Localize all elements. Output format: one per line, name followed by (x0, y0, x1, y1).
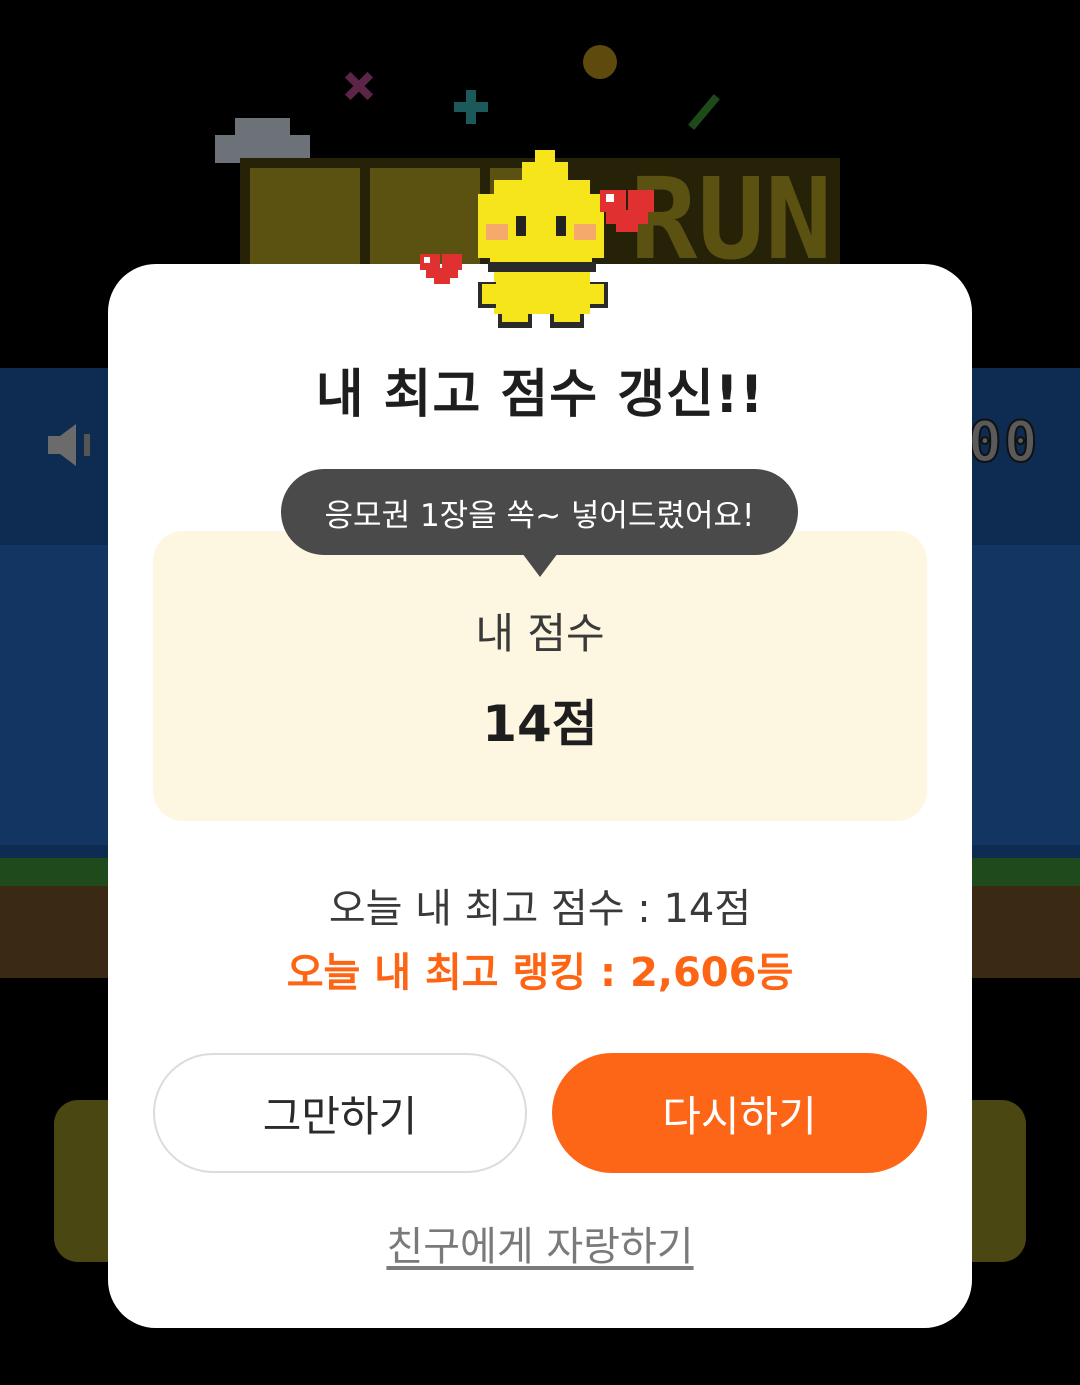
hud-score: 00 (967, 409, 1040, 476)
tooltip-tail (522, 553, 558, 577)
tooltip-text: 응모권 1장을 쏙~ 넣어드렸어요! (324, 497, 755, 534)
modal-title: 내 최고 점수 갱신!! (315, 365, 765, 425)
mascot-icon (420, 150, 654, 328)
retry-button[interactable]: 다시하기 (552, 1053, 927, 1173)
speaker-icon (48, 424, 90, 466)
today-best-score: 오늘 내 최고 점수 : 14점 (328, 886, 752, 932)
share-with-friends-link[interactable]: 친구에게 자랑하기 (108, 1214, 972, 1272)
score-value: 14점 (482, 695, 598, 753)
today-best-rank: 오늘 내 최고 랭킹 : 2,606등 (286, 950, 794, 996)
heart-icon (420, 254, 462, 284)
heart-icon (600, 190, 654, 232)
score-label: 내 점수 (475, 609, 605, 658)
screen: 00 RUN 내 최고 점수 갱신!! 내 점수 14점 응모권 1장을 쏙~ … (0, 0, 1080, 1385)
ticket-tooltip: 응모권 1장을 쏙~ 넣어드렸어요! (281, 469, 798, 555)
quit-button[interactable]: 그만하기 (153, 1053, 527, 1173)
